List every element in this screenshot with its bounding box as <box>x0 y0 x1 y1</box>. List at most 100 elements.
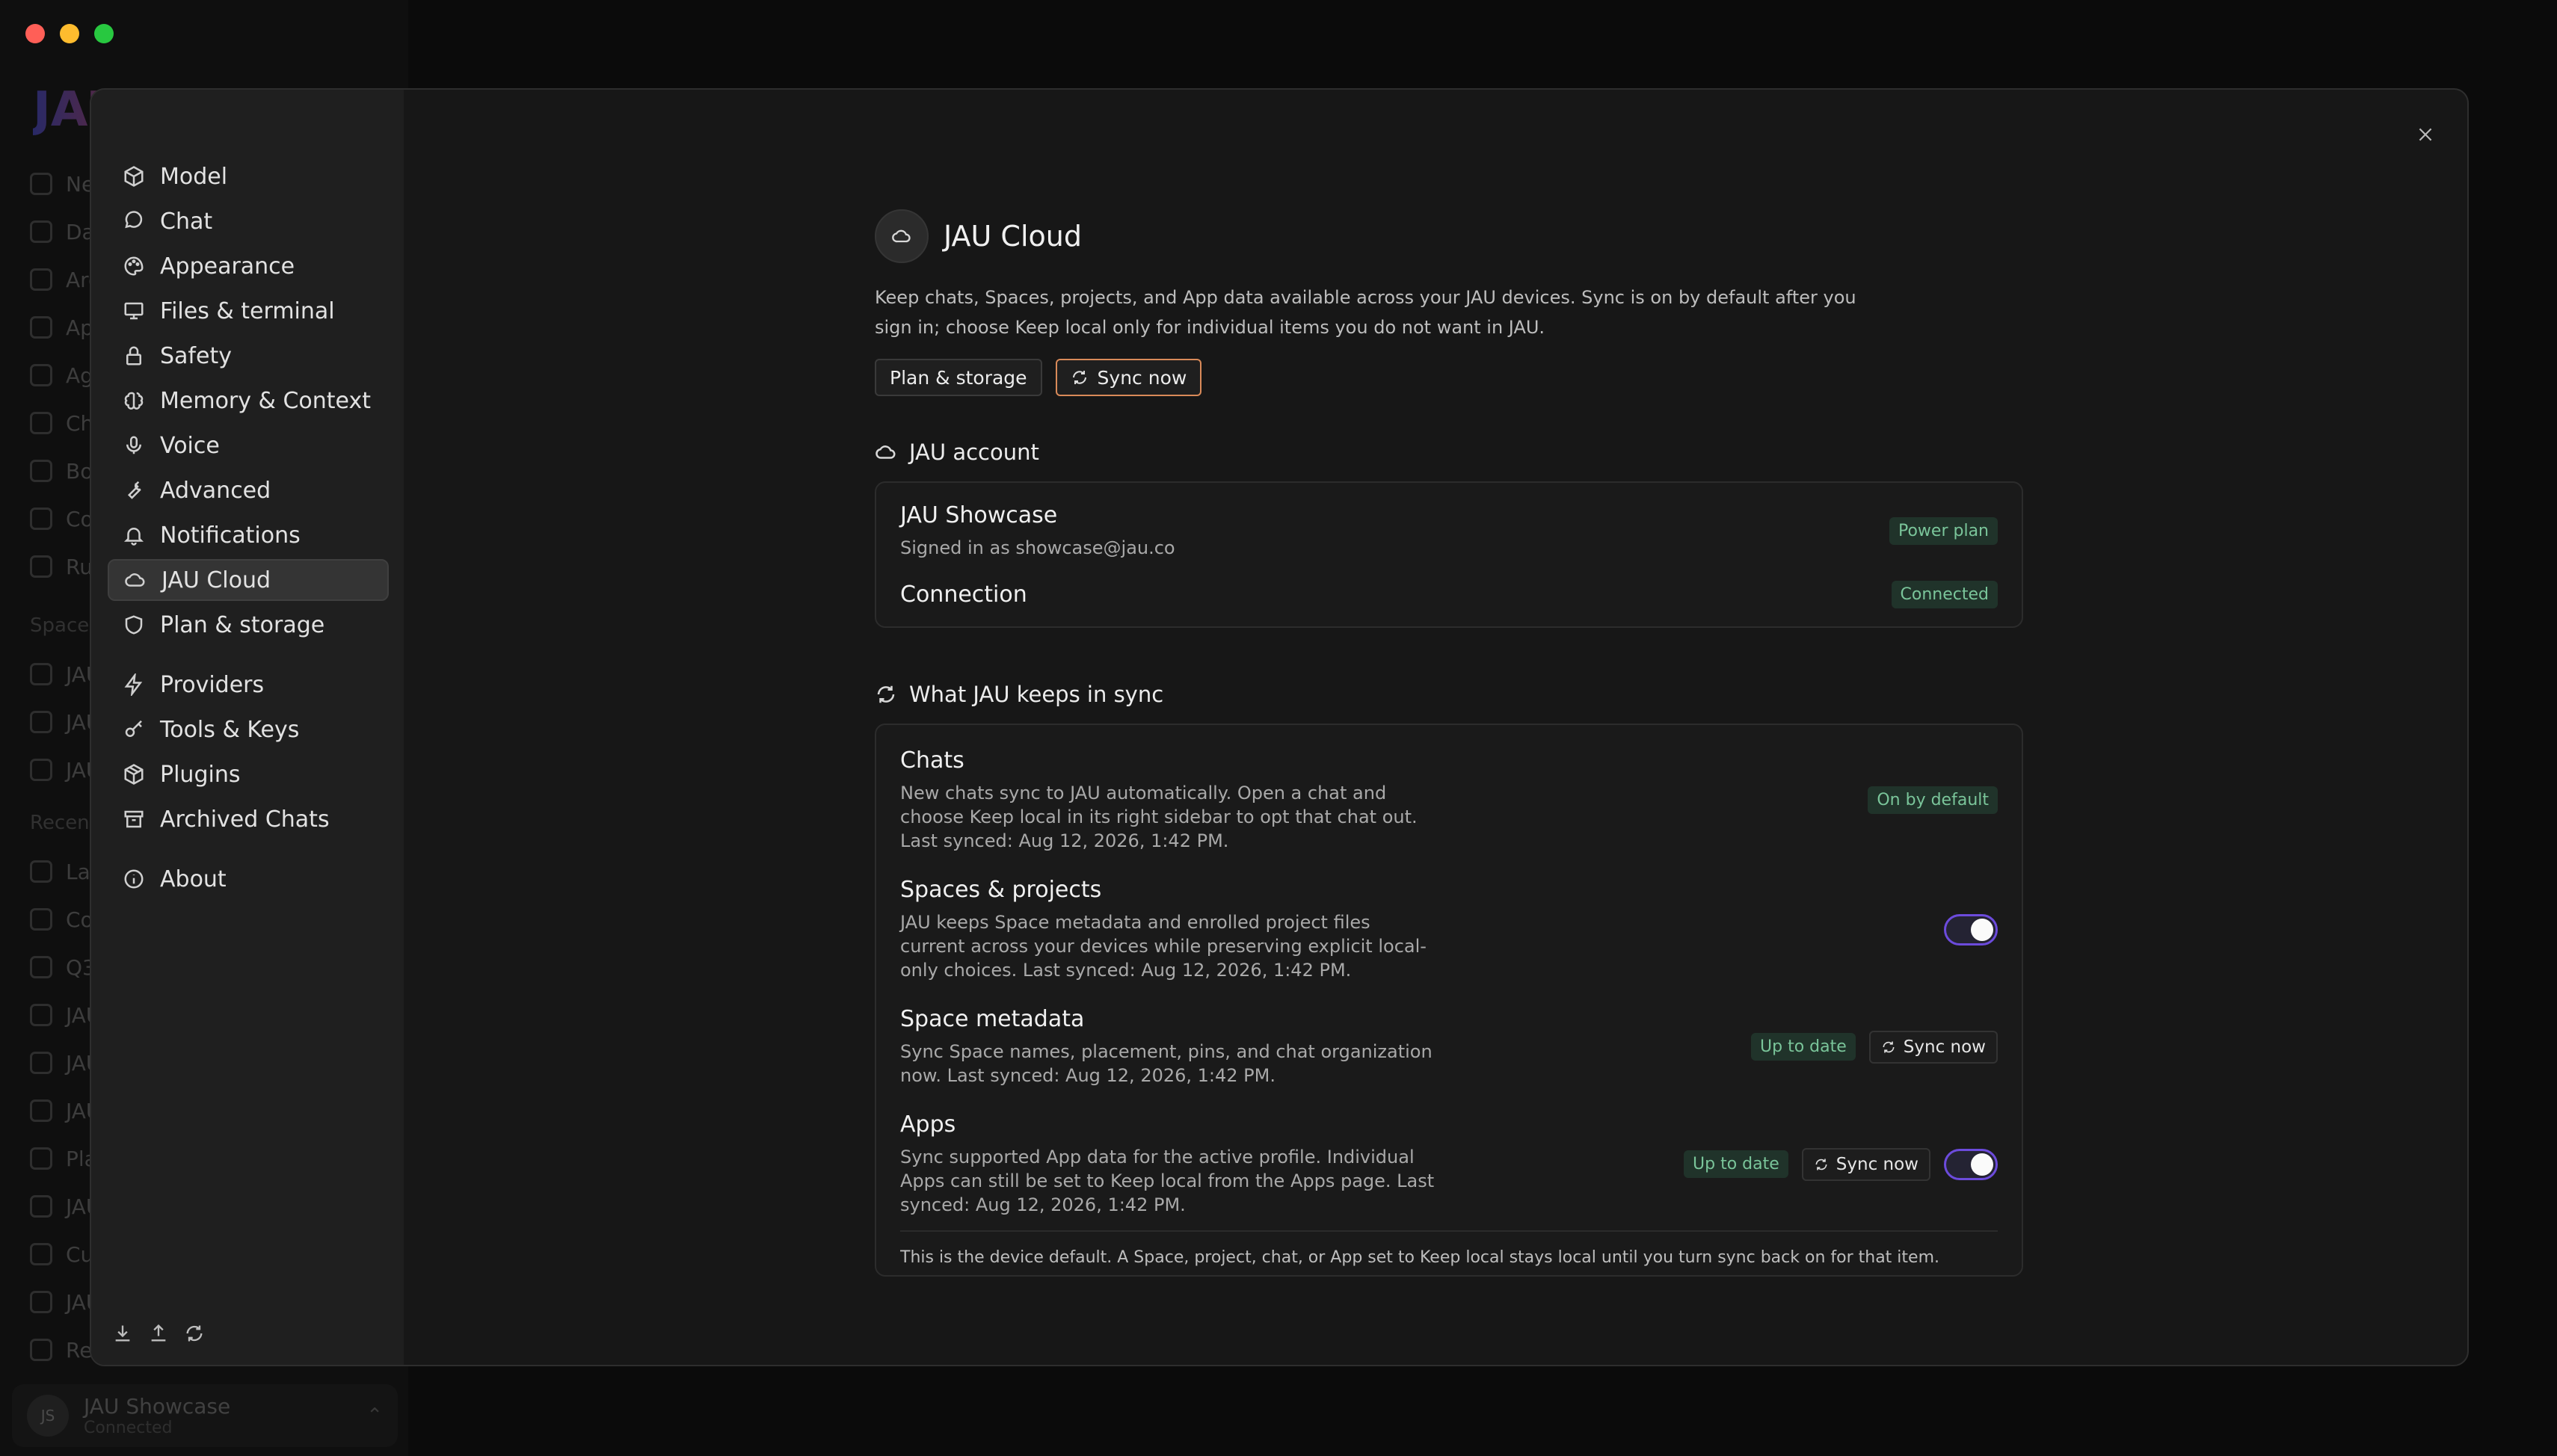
space-metadata-sync-button[interactable]: Sync now <box>1868 1030 1998 1064</box>
info-icon <box>124 869 144 889</box>
bell-icon <box>123 528 144 546</box>
button-label: Sync now <box>1836 1154 1918 1174</box>
apps-sync-button[interactable]: Sync now <box>1801 1147 1930 1181</box>
sync-now-button[interactable]: Sync now <box>1055 359 1202 396</box>
nav-divider <box>108 843 389 858</box>
nav-label: Safety <box>160 342 232 369</box>
plan-badge: Power plan <box>1889 517 1998 545</box>
cloud-icon <box>875 209 929 263</box>
nav-item-tools-keys[interactable]: Tools & Keys <box>108 709 389 750</box>
section-label: JAU account <box>909 439 1039 465</box>
wrench-icon <box>127 481 141 499</box>
button-label: Sync now <box>1903 1037 1986 1057</box>
refresh-icon <box>1815 1159 1827 1170</box>
download-icon[interactable] <box>112 1323 133 1344</box>
signed-in-text: Signed in as showcase@jau.co <box>900 537 1175 558</box>
nav-item-advanced[interactable]: Advanced <box>108 469 389 511</box>
brain-icon <box>124 392 144 410</box>
zoom-window-button[interactable] <box>94 24 114 43</box>
spaces-sync-toggle[interactable] <box>1944 913 1998 946</box>
nav-label: Chat <box>160 208 213 235</box>
cloud-icon <box>876 445 896 459</box>
row-actions: Up to date Sync now <box>1751 1030 1998 1064</box>
nav-item-archived-chats[interactable]: Archived Chats <box>108 798 389 840</box>
section-title-account: JAU account <box>875 439 2023 465</box>
sync-card: Chats New chats sync to JAU automaticall… <box>875 724 2023 1277</box>
sync-item-title: Apps <box>900 1111 956 1138</box>
close-icon <box>2419 128 2432 141</box>
status-badge: Up to date <box>1684 1150 1788 1178</box>
toggle-knob <box>1971 918 1993 941</box>
sync-item-description: Sync supported App data for the active p… <box>900 1147 1435 1215</box>
nav-divider <box>108 649 389 664</box>
plan-storage-button[interactable]: Plan & storage <box>875 359 1042 396</box>
shield-icon <box>125 615 143 635</box>
lock-icon <box>126 346 141 365</box>
status-badge: Up to date <box>1751 1033 1856 1061</box>
nav-item-plan-storage[interactable]: Plan & storage <box>108 604 389 646</box>
nav-label: Memory & Context <box>160 387 371 414</box>
nav-label: Model <box>160 163 228 190</box>
settings-content: JAU Cloud Keep chats, Spaces, projects, … <box>404 90 2467 1365</box>
button-label: Plan & storage <box>890 366 1027 389</box>
header-actions: Plan & storage Sync now <box>875 359 2023 396</box>
sync-item-description: New chats sync to JAU automatically. Ope… <box>900 783 1418 851</box>
row-actions: Up to date Sync now <box>1684 1147 1998 1181</box>
window-controls <box>25 24 114 43</box>
nav-item-chat[interactable]: Chat <box>108 200 389 242</box>
device-default-note: This is the device default. A Space, pro… <box>900 1230 1998 1275</box>
sync-item-chats: Chats New chats sync to JAU automaticall… <box>900 725 1998 869</box>
nav-item-voice[interactable]: Voice <box>108 425 389 466</box>
upload-icon[interactable] <box>148 1323 169 1344</box>
cloud-icon <box>125 573 145 587</box>
sync-item-title: Spaces & projects <box>900 877 1102 903</box>
refresh-icon[interactable] <box>184 1323 205 1344</box>
bolt-icon <box>124 673 143 696</box>
page-title: JAU Cloud <box>944 220 1082 253</box>
key-icon <box>125 720 142 737</box>
nav-label: Archived Chats <box>160 806 330 833</box>
nav-item-about[interactable]: About <box>108 858 389 900</box>
page-header: JAU Cloud <box>875 209 2023 263</box>
package-icon <box>124 764 144 785</box>
nav-item-files-terminal[interactable]: Files & terminal <box>108 290 389 332</box>
close-window-button[interactable] <box>25 24 45 43</box>
nav-item-model[interactable]: Model <box>108 155 389 197</box>
sync-item-apps: Apps Sync supported App data for the act… <box>900 1104 1998 1224</box>
palette-icon <box>124 256 144 276</box>
nav-item-providers[interactable]: Providers <box>108 664 389 706</box>
page-description: Keep chats, Spaces, projects, and App da… <box>875 287 1856 338</box>
section-label: What JAU keeps in sync <box>909 682 1164 707</box>
monitor-icon <box>124 302 144 320</box>
settings-modal: Model Chat Appearance Files & terminal S… <box>90 88 2469 1366</box>
nav-label: Plan & storage <box>160 611 325 638</box>
nav-item-safety[interactable]: Safety <box>108 335 389 377</box>
sync-item-space-metadata: Space metadata Sync Space names, placeme… <box>900 999 1998 1104</box>
account-card: JAU Showcase Signed in as showcase@jau.c… <box>875 481 2023 628</box>
minimize-window-button[interactable] <box>60 24 79 43</box>
microphone-icon <box>126 436 141 454</box>
button-label: Sync now <box>1097 366 1187 389</box>
nav-label: Files & terminal <box>160 297 335 324</box>
section-title-sync: What JAU keeps in sync <box>875 682 2023 707</box>
nav-item-memory-context[interactable]: Memory & Context <box>108 380 389 422</box>
refresh-icon <box>877 685 895 703</box>
nav-footer-actions <box>112 1323 205 1344</box>
nav-item-plugins[interactable]: Plugins <box>108 753 389 795</box>
sync-item-spaces-projects: Spaces & projects JAU keeps Space metada… <box>900 869 1998 999</box>
status-badge: On by default <box>1868 786 1998 814</box>
settings-nav: Model Chat Appearance Files & terminal S… <box>91 90 404 1365</box>
cube-icon <box>124 166 144 187</box>
nav-label: Notifications <box>160 522 301 549</box>
close-button[interactable] <box>2410 120 2440 149</box>
sync-item-title: Space metadata <box>900 1006 1085 1032</box>
nav-label: Advanced <box>160 477 271 504</box>
nav-item-jau-cloud[interactable]: JAU Cloud <box>108 559 389 601</box>
nav-label: Tools & Keys <box>160 716 300 743</box>
nav-item-appearance[interactable]: Appearance <box>108 245 389 287</box>
nav-item-notifications[interactable]: Notifications <box>108 514 389 556</box>
refresh-icon <box>1072 371 1086 384</box>
connection-row: Connection Connected <box>900 560 1998 626</box>
nav-label: Voice <box>160 432 220 459</box>
apps-sync-toggle[interactable] <box>1944 1148 1998 1180</box>
